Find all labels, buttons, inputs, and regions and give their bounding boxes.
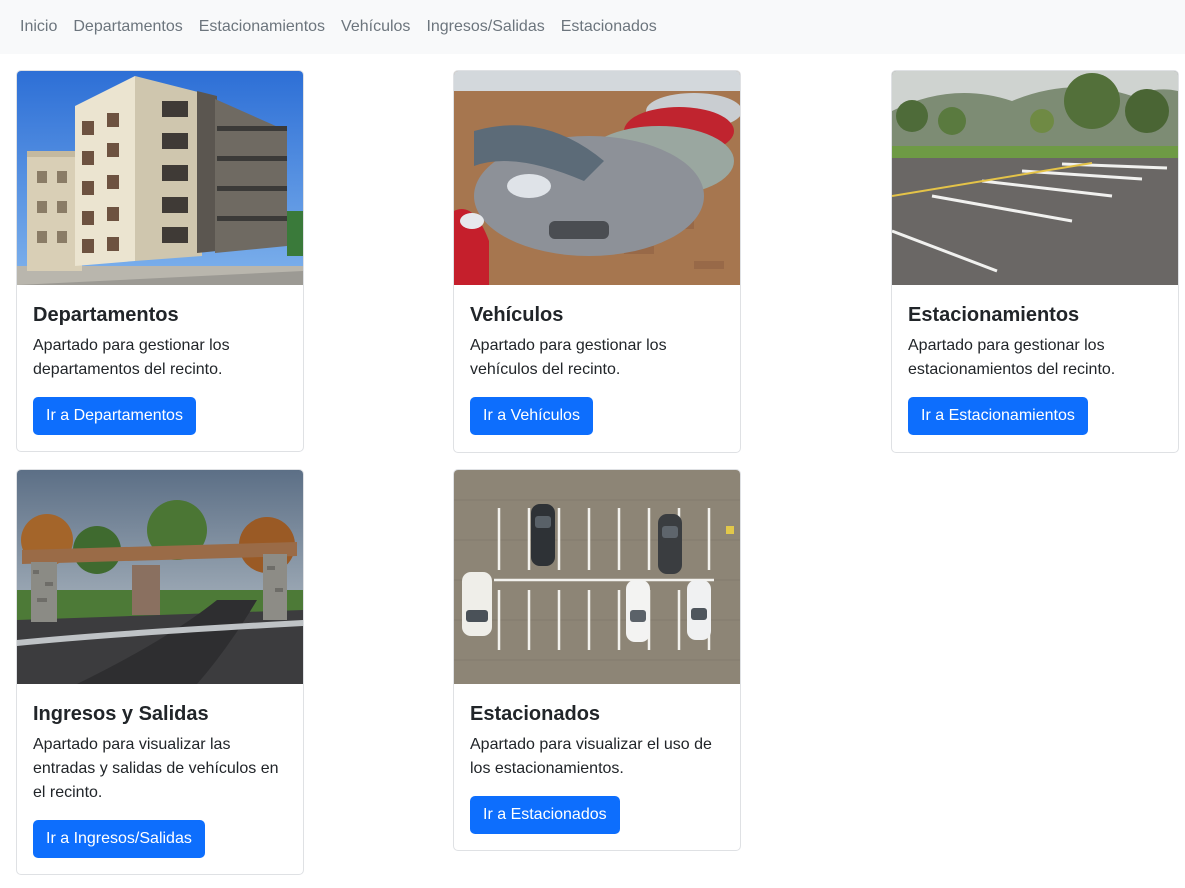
card-departamentos: Departamentos Apartado para gestionar lo… (16, 70, 304, 452)
card-title: Estacionamientos (908, 304, 1080, 326)
card-text: Apartado para gestionar los vehículos de… (470, 337, 667, 378)
card-ingresos-salidas: Ingresos y Salidas Apartado para visuali… (16, 469, 304, 875)
card-estacionados: Estacionados Apartado para visualizar el… (453, 469, 741, 851)
parked-cars-photo (454, 71, 740, 285)
empty-parking-lot-photo (892, 71, 1178, 285)
nav-link-estacionamientos[interactable]: Estacionamientos (191, 18, 333, 36)
card-text: Apartado para visualizar las entradas y … (33, 736, 279, 801)
go-vehiculos-button[interactable]: Ir a Vehículos (470, 397, 593, 435)
card-title: Ingresos y Salidas (33, 703, 209, 725)
nav-link-vehiculos[interactable]: Vehículos (333, 18, 418, 36)
nav-link-inicio[interactable]: Inicio (12, 18, 65, 36)
card-text: Apartado para visualizar el uso de los e… (470, 736, 712, 777)
card-estacionamientos: Estacionamientos Apartado para gestionar… (891, 70, 1179, 453)
card-text: Apartado para gestionar los estacionamie… (908, 337, 1116, 378)
aerial-parking-photo (454, 470, 740, 684)
card-title: Vehículos (470, 304, 564, 326)
nav-link-estacionados[interactable]: Estacionados (553, 18, 665, 36)
gated-entrance-photo (17, 470, 303, 684)
card-title: Estacionados (470, 703, 601, 725)
go-estacionados-button[interactable]: Ir a Estacionados (470, 796, 620, 834)
navbar: Inicio Departamentos Estacionamientos Ve… (0, 0, 1185, 54)
go-ingresos-salidas-button[interactable]: Ir a Ingresos/Salidas (33, 820, 205, 858)
card-title: Departamentos (33, 304, 179, 326)
nav-link-ingresos-salidas[interactable]: Ingresos/Salidas (418, 18, 552, 36)
card-vehiculos: Vehículos Apartado para gestionar los ve… (453, 70, 741, 453)
nav-link-departamentos[interactable]: Departamentos (65, 18, 190, 36)
go-departamentos-button[interactable]: Ir a Departamentos (33, 397, 196, 435)
apartment-building-photo (17, 71, 303, 285)
card-text: Apartado para gestionar los departamento… (33, 337, 230, 378)
go-estacionamientos-button[interactable]: Ir a Estacionamientos (908, 397, 1088, 435)
